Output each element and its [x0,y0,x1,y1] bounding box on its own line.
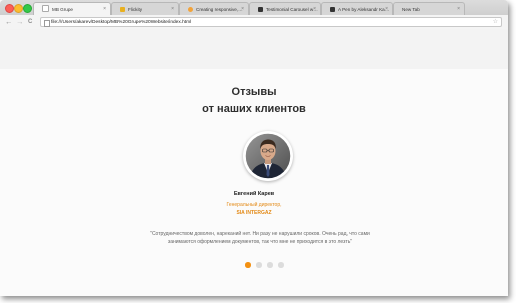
browser-toolbar: ← → C file:///Users/akarev/Desktop/MB%20… [0,15,508,30]
tab-close-icon[interactable]: × [241,3,244,15]
codepen-favicon-icon [258,7,263,12]
testimonials-section: Отзывы от наших клиентов Евгений Карев Г… [0,69,508,296]
page-favicon-icon [42,5,49,12]
reload-icon[interactable]: C [28,16,32,28]
close-window-button[interactable] [5,4,14,13]
tab-label: A Pen by Aleksandr Karev [338,7,390,12]
tab-close-icon[interactable]: × [457,3,460,15]
section-heading-line2: от наших клиентов [202,103,306,115]
address-bar[interactable]: file:///Users/akarev/Desktop/MB%20Grupe%… [40,17,502,27]
page-icon [44,20,50,27]
tab-flickity[interactable]: Flickity × [111,2,179,15]
carousel-dot-3[interactable] [267,262,273,268]
browser-window: MB Grupe × Flickity × Creating responsiv… [0,0,508,296]
site-header [0,29,508,69]
tab-new-tab[interactable]: New Tab × [393,2,465,15]
tab-label: Creating responsive, touch [196,7,244,12]
carousel-dot-4[interactable] [278,262,284,268]
testimonial-author-company: SIA INTERGAZ [236,210,272,216]
tab-close-icon[interactable]: × [385,3,388,15]
tab-testimonial-carousel[interactable]: Testimonial Carousel with × [249,2,321,15]
testimonial-quote: "Сотрудничеством доволен, нареканий нет.… [150,231,370,245]
tab-strip: MB Grupe × Flickity × Creating responsiv… [0,0,508,15]
forward-arrow-icon[interactable]: → [16,16,24,28]
tab-close-icon[interactable]: × [171,3,174,15]
tab-mb-grupe[interactable]: MB Grupe × [33,2,111,15]
avatar [243,131,293,181]
site-favicon-icon [188,7,193,12]
avatar-photo [244,132,292,180]
url-text: file:///Users/akarev/Desktop/MB%20Grupe%… [51,20,192,25]
testimonial-author-name: Евгений Карев [233,191,275,197]
bookmark-star-icon[interactable]: ☆ [493,18,498,27]
tab-close-icon[interactable]: × [313,3,316,15]
flickity-favicon-icon [120,7,125,12]
tab-close-icon[interactable]: × [103,3,106,15]
tab-label: New Tab [402,7,420,12]
carousel-dot-1[interactable] [245,262,251,268]
section-heading-line1: Отзывы [231,86,277,98]
tab-label: Flickity [128,7,143,12]
tab-label: Testimonial Carousel with [266,7,318,12]
testimonial-author-role: Генеральный директор, [226,202,282,208]
zoom-window-button[interactable] [23,4,32,13]
minimize-window-button[interactable] [14,4,23,13]
tab-creating-responsive[interactable]: Creating responsive, touch × [179,2,249,15]
tab-label: MB Grupe [52,7,73,12]
carousel-dot-2[interactable] [256,262,262,268]
back-arrow-icon[interactable]: ← [5,16,13,28]
tab-pen-by-aleksandr[interactable]: A Pen by Aleksandr Karev × [321,2,393,15]
codepen-favicon-icon [330,7,335,12]
